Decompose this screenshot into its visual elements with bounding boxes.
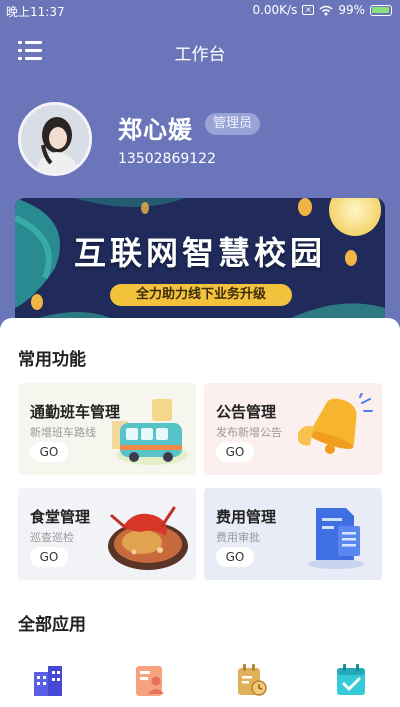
page-title: 工作台 xyxy=(174,45,226,65)
status-icons: 0.00K/s × 99% xyxy=(252,3,392,17)
status-time: 晚上11:37 xyxy=(6,5,65,19)
status-bar: 晚上11:37 0.00K/s × 99% xyxy=(0,0,400,22)
battery-percent: 99% xyxy=(338,3,365,17)
section-title-all-apps: 全部应用 xyxy=(18,615,86,635)
food-icon xyxy=(108,506,188,570)
card-canteen[interactable]: 食堂管理 巡查巡检 GO xyxy=(18,488,196,580)
bus-icon xyxy=(112,399,188,465)
document-icon xyxy=(308,508,364,569)
main-content: 常用功能 通勤班车管理 新增班车路线 GO 公告管理 发布新增公告 GO 食堂管… xyxy=(0,318,400,707)
card-commute-bus[interactable]: 通勤班车管理 新增班车路线 GO xyxy=(18,383,196,475)
sim-icon: × xyxy=(302,5,315,15)
go-button[interactable]: GO xyxy=(216,442,254,462)
role-badge: 管理员 xyxy=(205,113,261,135)
schedule-icon[interactable] xyxy=(234,662,268,696)
avatar[interactable] xyxy=(18,102,92,176)
wifi-icon xyxy=(319,5,333,15)
banner-title: 互联网智慧校园 xyxy=(73,234,326,272)
card-announcement[interactable]: 公告管理 发布新增公告 GO xyxy=(204,383,382,475)
battery-icon xyxy=(370,4,392,16)
network-speed: 0.00K/s xyxy=(252,3,298,17)
go-button[interactable]: GO xyxy=(30,547,68,567)
promo-banner[interactable]: 互联网智慧校园 全力助力线下业务升级 xyxy=(15,198,385,326)
building-icon[interactable] xyxy=(31,662,65,696)
banner-subtitle: 全力助力线下业务升级 xyxy=(110,284,292,306)
user-phone: 13502869122 xyxy=(118,151,216,167)
card-title: 公告管理 xyxy=(216,403,277,421)
go-button[interactable]: GO xyxy=(216,547,254,567)
user-name: 郑心媛 xyxy=(118,116,193,144)
card-subtitle: 巡查巡检 xyxy=(30,531,74,544)
calendar-check-icon[interactable] xyxy=(334,662,368,696)
go-button[interactable]: GO xyxy=(30,442,68,462)
card-title: 食堂管理 xyxy=(30,508,91,526)
bell-icon xyxy=(298,393,373,454)
card-subtitle: 费用审批 xyxy=(216,531,260,544)
card-expense[interactable]: 费用管理 费用审批 GO xyxy=(204,488,382,580)
card-subtitle: 发布新增公告 xyxy=(216,426,282,439)
card-subtitle: 新增班车路线 xyxy=(30,426,96,439)
section-title-common: 常用功能 xyxy=(18,350,86,370)
card-title: 费用管理 xyxy=(216,508,277,526)
contact-card-icon[interactable] xyxy=(133,662,167,696)
